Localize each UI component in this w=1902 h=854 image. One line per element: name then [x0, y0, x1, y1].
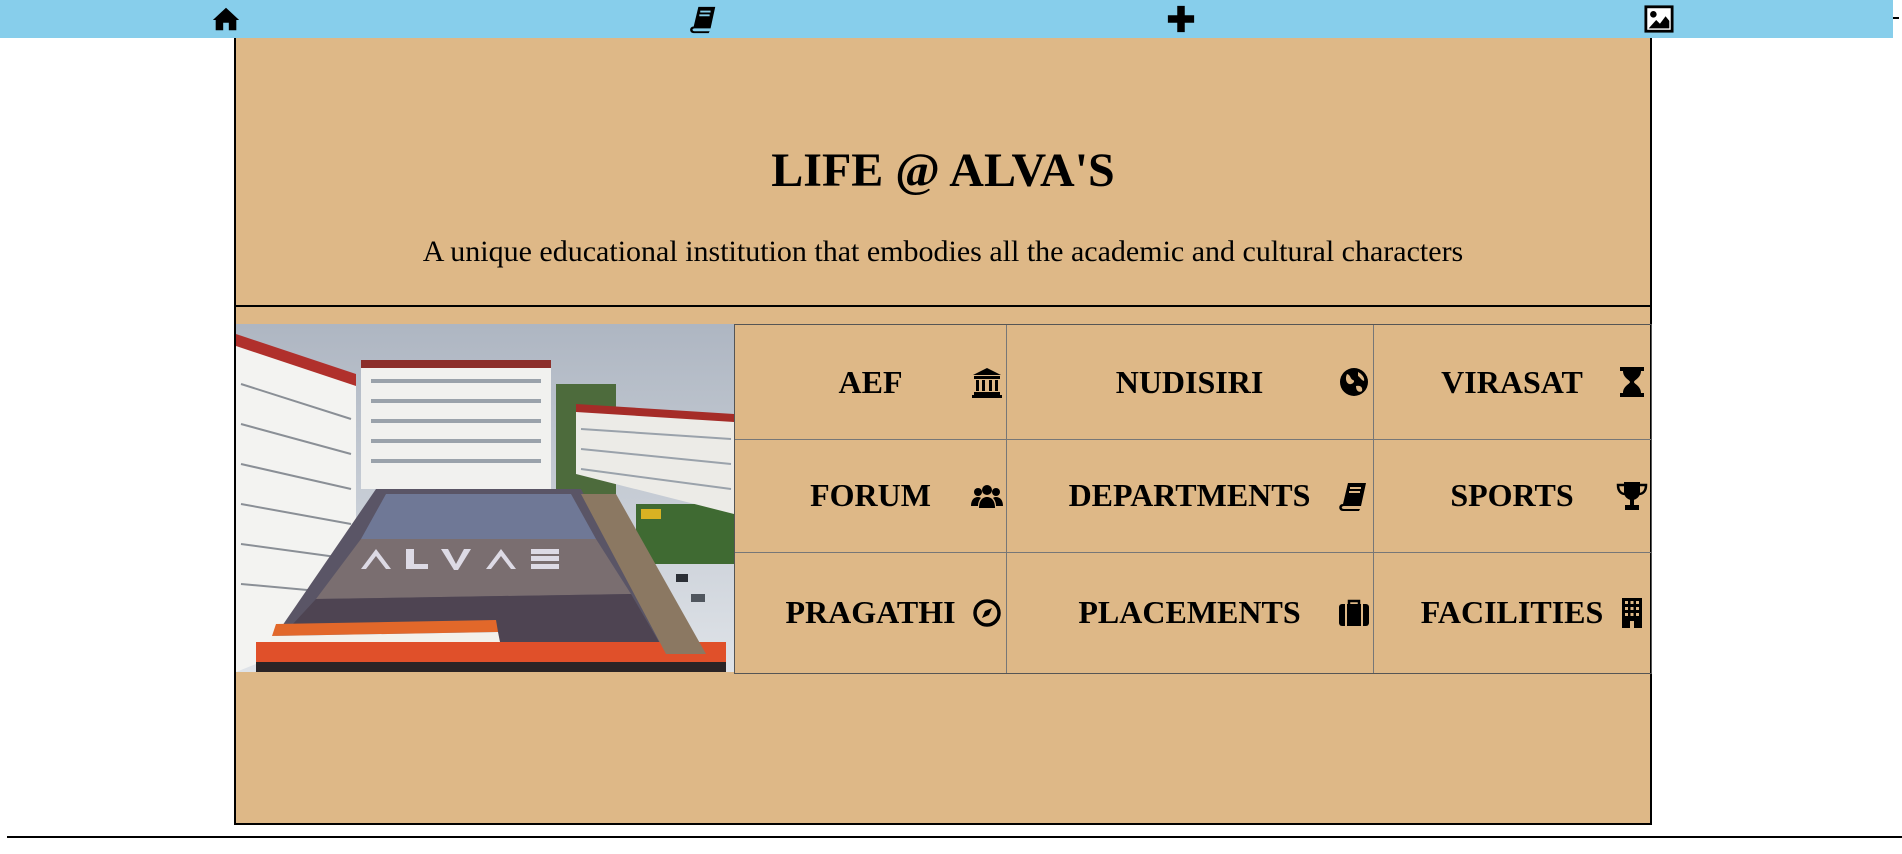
institution-icon	[970, 365, 1004, 399]
grid-item-label: VIRASAT	[1441, 363, 1583, 400]
page-title: LIFE @ ALVA'S	[771, 144, 1115, 197]
plus-icon[interactable]	[1164, 2, 1198, 36]
hourglass-icon	[1615, 365, 1649, 399]
compass-icon	[970, 596, 1004, 630]
grid-item-sports[interactable]: SPORTS	[1373, 439, 1651, 552]
grid-item-label: DEPARTMENTS	[1068, 477, 1311, 513]
top-nav-bar	[0, 0, 1893, 38]
grid-item-nudisiri[interactable]: NUDISIRI	[1006, 325, 1373, 439]
grid-item-departments[interactable]: DEPARTMENTS	[1006, 439, 1373, 552]
book-icon[interactable]	[687, 2, 721, 36]
grid-item-label: AEF	[838, 363, 903, 400]
grid-item-label: NUDISIRI	[1115, 363, 1264, 400]
home-icon[interactable]	[209, 2, 243, 36]
page-subtitle: A unique educational institution that em…	[422, 235, 1464, 268]
grid-item-label: PLACEMENTS	[1078, 594, 1301, 630]
grid-item-label: PRAGATHI	[785, 594, 956, 630]
book-icon	[1337, 479, 1371, 513]
main-panel: LIFE @ ALVA'S A unique educational insti…	[234, 38, 1652, 825]
grid-item-label: FACILITIES	[1420, 594, 1604, 630]
briefcase-icon	[1337, 596, 1371, 630]
grid-item-forum[interactable]: FORUM	[735, 439, 1006, 552]
campus-photo	[236, 324, 734, 672]
nav-edge-mark	[1893, 17, 1899, 19]
section-links-grid: AEF NUDISIRI VIRASAT FORUM DEPARTMENTS S…	[734, 324, 1652, 674]
grid-item-virasat[interactable]: VIRASAT	[1373, 325, 1651, 439]
header-divider	[236, 305, 1650, 307]
footer-rule	[7, 836, 1902, 838]
grid-item-label: SPORTS	[1450, 477, 1574, 513]
trophy-icon	[1615, 479, 1649, 513]
grid-item-pragathi[interactable]: PRAGATHI	[735, 552, 1006, 673]
grid-item-facilities[interactable]: FACILITIES	[1373, 552, 1651, 673]
grid-item-placements[interactable]: PLACEMENTS	[1006, 552, 1373, 673]
grid-item-label: FORUM	[810, 477, 931, 513]
grid-item-aef[interactable]: AEF	[735, 325, 1006, 439]
globe-icon	[1337, 365, 1371, 399]
image-icon[interactable]	[1642, 2, 1676, 36]
building-icon	[1615, 596, 1649, 630]
users-icon	[970, 479, 1004, 513]
